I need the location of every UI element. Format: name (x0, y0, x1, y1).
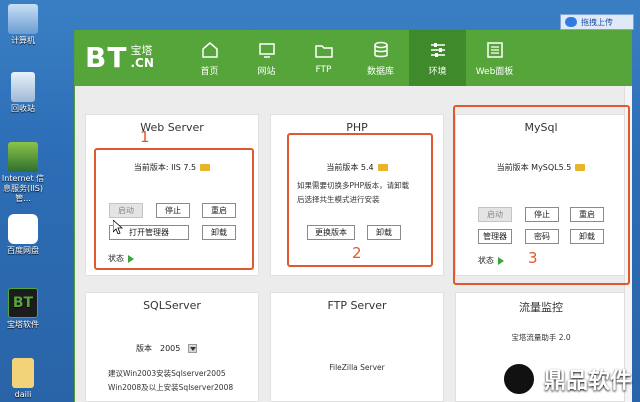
desktop-icon-recycle-bin[interactable]: 回收站 (0, 72, 46, 114)
database-icon (373, 41, 388, 57)
nav-website[interactable]: 网站 (238, 30, 295, 86)
nav-web-panel[interactable]: Web面板 (466, 30, 523, 86)
desktop-icon-label: 回收站 (11, 104, 35, 113)
drag-upload-button[interactable]: 拖拽上传 (560, 14, 634, 30)
version-label: 版本 (136, 344, 152, 353)
ftp-server-card: FTP Server FileZilla Server (270, 292, 444, 402)
version-select[interactable] (188, 344, 198, 353)
traffic-monitor-name: 宝塔流量助手 2.0 (511, 333, 571, 342)
cloud-icon (565, 17, 577, 27)
desktop-icon-daili[interactable]: daili (0, 358, 46, 400)
desktop-icon-baidu-netdisk[interactable]: 百度网盘 (0, 214, 46, 256)
annotation-number-3: 3 (528, 249, 538, 267)
mouse-cursor-icon (113, 220, 123, 234)
folder-icon (12, 358, 34, 388)
baidu-netdisk-icon (8, 214, 38, 244)
nav-environment[interactable]: 环境 (409, 30, 466, 86)
computer-icon (8, 4, 38, 34)
nav-database[interactable]: 数据库 (352, 30, 409, 86)
card-title: 流量监控 (519, 301, 563, 314)
version-value: 2005 (160, 344, 181, 353)
card-title: SQLServer (143, 299, 201, 312)
sqlserver-tip-1: 建议Win2003安装Sqlserver2005 (108, 369, 226, 378)
main-nav: 首页 网站 FTP 数据库 环境 Web面板 (181, 30, 523, 86)
desktop-icon-computer[interactable]: 计算机 (0, 4, 46, 46)
desktop-icon-label: 百度网盘 (7, 246, 39, 255)
nav-home[interactable]: 首页 (181, 30, 238, 86)
bt-logo: BT 宝塔 .CN (85, 40, 154, 74)
desktop-icon-label: 计算机 (11, 36, 35, 45)
settings-sliders-icon (430, 42, 445, 57)
ftp-server-name: FileZilla Server (329, 363, 385, 372)
highlight-box-web (94, 148, 254, 270)
nav-ftp[interactable]: FTP (295, 30, 352, 86)
sqlserver-card: SQLServer 版本 2005 建议Win2003安装Sqlserver20… (85, 292, 259, 402)
card-title: Web Server (140, 121, 204, 134)
web-panel-icon (486, 41, 503, 58)
website-icon (258, 42, 275, 58)
desktop-icon-label: 宝塔软件 (7, 320, 39, 329)
card-title: FTP Server (327, 299, 387, 312)
annotation-number-1: 1 (140, 128, 150, 146)
desktop-icon-bt[interactable]: BT 宝塔软件 (0, 288, 46, 330)
sqlserver-tip-2: Win2008及以上安装Sqlserver2008 (108, 383, 234, 392)
bt-app-icon: BT (8, 288, 38, 318)
folder-icon (314, 45, 333, 58)
desktop-icon-iis[interactable]: Internet 信 息服务(IIS)管... (0, 142, 46, 204)
iis-icon (8, 142, 38, 172)
desktop-icon-label: Internet 信 息服务(IIS)管... (1, 174, 45, 203)
home-icon (201, 41, 218, 58)
chevron-down-icon (190, 347, 197, 351)
desktop-icon-label: daili (14, 390, 32, 399)
watermark: 鼎品软件 (501, 362, 632, 396)
annotation-number-2: 2 (352, 244, 362, 262)
watermark-logo-icon (501, 362, 536, 396)
recycle-bin-icon (11, 72, 35, 102)
top-navigation-bar: BT 宝塔 .CN 首页 网站 FTP 数据库 环境 Web面板 (75, 30, 632, 86)
card-title: PHP (346, 121, 368, 134)
highlight-box-mysql (453, 105, 630, 285)
